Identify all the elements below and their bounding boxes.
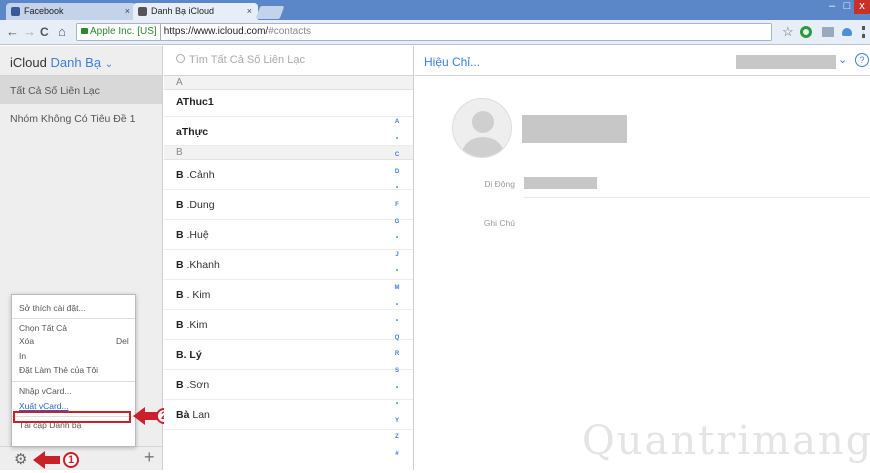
index-letter[interactable]: •	[393, 385, 401, 391]
group-untitled-1[interactable]: Nhóm Không Có Tiêu Đề 1	[0, 104, 162, 132]
forward-icon[interactable]: →	[23, 24, 36, 40]
index-letter[interactable]: C	[393, 152, 401, 158]
section-header: A	[164, 76, 413, 90]
search-icon	[176, 54, 185, 63]
index-letter[interactable]: F	[393, 202, 401, 208]
minimize-button[interactable]: –	[824, 0, 840, 14]
url-text: https://www.icloud.com/#contacts	[163, 26, 311, 37]
apple-icon	[138, 7, 147, 16]
actions-menu: Sở thích cài đặt... Chọn Tất Cả Xóa Del I…	[11, 294, 136, 447]
extension-icon[interactable]	[800, 26, 812, 38]
menu-item-import-vcard[interactable]: Nhập vCard...	[19, 386, 71, 396]
index-letter[interactable]: Q	[393, 335, 401, 341]
chevron-down-icon: ⌄	[104, 59, 114, 70]
watermark: Quantrimang	[582, 418, 870, 464]
list-item[interactable]: B .Cảnh	[164, 160, 413, 190]
tab-title: Facebook	[24, 6, 64, 16]
index-letter[interactable]: •	[393, 401, 401, 407]
index-letter[interactable]: Y	[393, 418, 401, 424]
lock-icon	[81, 28, 88, 34]
menu-item-preferences[interactable]: Sở thích cài đặt...	[19, 303, 86, 313]
sidebar-footer: ⚙ +	[0, 446, 163, 470]
menu-item-set-my-card[interactable]: Đặt Làm Thẻ của Tôi	[19, 365, 98, 375]
tab-icloud-contacts[interactable]: Danh Bạ iCloud ×	[133, 3, 258, 20]
bookmark-star-icon[interactable]: ☆	[782, 24, 794, 40]
menu-item-select-all[interactable]: Chọn Tất Cả	[19, 323, 67, 333]
help-icon[interactable]: ?	[855, 53, 869, 67]
contact-detail-panel: Hiệu Chỉ... ⌄ ? Di Động Ghi Chú Quantrim…	[415, 46, 870, 470]
menu-divider	[12, 318, 135, 319]
chevron-down-icon[interactable]: ⌄	[838, 53, 847, 66]
contact-name-redacted	[522, 115, 627, 143]
list-item[interactable]: B .Khanh	[164, 250, 413, 280]
index-letter[interactable]: #	[393, 451, 401, 457]
list-item[interactable]: AThuc1	[164, 90, 413, 117]
list-item[interactable]: B .Huệ	[164, 220, 413, 250]
index-letter[interactable]: R	[393, 351, 401, 357]
index-letter[interactable]: •	[393, 318, 401, 324]
index-letter[interactable]: •	[393, 185, 401, 191]
list-item[interactable]: B .Sơn	[164, 370, 413, 400]
menu-item-print[interactable]: In	[19, 351, 26, 361]
list-item[interactable]: B. Lý	[164, 340, 413, 370]
back-icon[interactable]: ←	[6, 24, 19, 40]
index-letter[interactable]: M	[393, 285, 401, 291]
menu-icon[interactable]	[862, 26, 865, 38]
cloud-extension-icon[interactable]	[842, 28, 852, 36]
person-silhouette-icon	[462, 111, 504, 157]
reload-icon[interactable]: C	[40, 24, 49, 40]
new-tab-button[interactable]	[255, 6, 285, 19]
browser-tab-strip: Facebook × Danh Bạ iCloud × – □ x	[0, 0, 870, 20]
home-icon[interactable]: ⌂	[58, 24, 66, 40]
index-letter[interactable]: Z	[393, 434, 401, 440]
extension-icon[interactable]	[822, 27, 834, 37]
list-item[interactable]: B . Kim	[164, 280, 413, 310]
tab-title: Danh Bạ iCloud	[151, 6, 215, 16]
index-letter[interactable]: J	[393, 252, 401, 258]
section-header: B	[164, 146, 413, 160]
list-item[interactable]: Bà Lan	[164, 400, 413, 430]
avatar[interactable]	[452, 98, 512, 158]
mobile-value-redacted[interactable]	[524, 177, 597, 189]
url-bar[interactable]: Apple Inc. [US] https://www.icloud.com/#c…	[76, 23, 772, 41]
ev-certificate-badge[interactable]: Apple Inc. [US]	[77, 24, 161, 40]
gear-icon[interactable]: ⚙	[14, 450, 27, 468]
list-item[interactable]: B .Dung	[164, 190, 413, 220]
menu-divider	[12, 381, 135, 382]
index-letter[interactable]: •	[393, 136, 401, 142]
index-letter[interactable]: A	[393, 119, 401, 125]
close-tab-icon[interactable]: ×	[125, 6, 130, 16]
index-letter[interactable]: G	[393, 219, 401, 225]
address-toolbar: ← → C ⌂ Apple Inc. [US] https://www.iclou…	[0, 20, 870, 45]
close-window-button[interactable]: x	[854, 0, 870, 14]
export-highlight-box	[13, 411, 131, 423]
redacted-field	[736, 55, 836, 69]
divider	[524, 197, 870, 198]
maximize-button[interactable]: □	[840, 0, 854, 14]
menu-item-export-vcard[interactable]: Xuất vCard...	[19, 401, 69, 411]
index-letter[interactable]: •	[393, 235, 401, 241]
index-letter[interactable]: D	[393, 169, 401, 175]
list-item[interactable]: B .Kim	[164, 310, 413, 340]
index-letter[interactable]: S	[393, 368, 401, 374]
contacts-list-panel: Tìm Tất Cả Số Liên Lạc A AThuc1 aThực B …	[164, 46, 414, 470]
list-item[interactable]: aThực	[164, 117, 413, 146]
close-tab-icon[interactable]: ×	[247, 6, 252, 16]
app-title[interactable]: iCloud Danh Bạ ⌄	[0, 46, 162, 76]
field-label-mobile: Di Động	[484, 179, 515, 189]
group-all-contacts[interactable]: Tất Cả Số Liên Lạc	[0, 76, 162, 104]
facebook-icon	[11, 7, 20, 16]
search-input[interactable]: Tìm Tất Cả Số Liên Lạc	[164, 46, 413, 76]
tab-facebook[interactable]: Facebook ×	[6, 3, 136, 20]
index-letter[interactable]: •	[393, 268, 401, 274]
index-letter[interactable]: •	[393, 302, 401, 308]
menu-item-delete[interactable]: Xóa Del	[19, 336, 129, 346]
field-label-note: Ghi Chú	[483, 218, 515, 228]
add-group-button[interactable]: +	[144, 447, 155, 468]
